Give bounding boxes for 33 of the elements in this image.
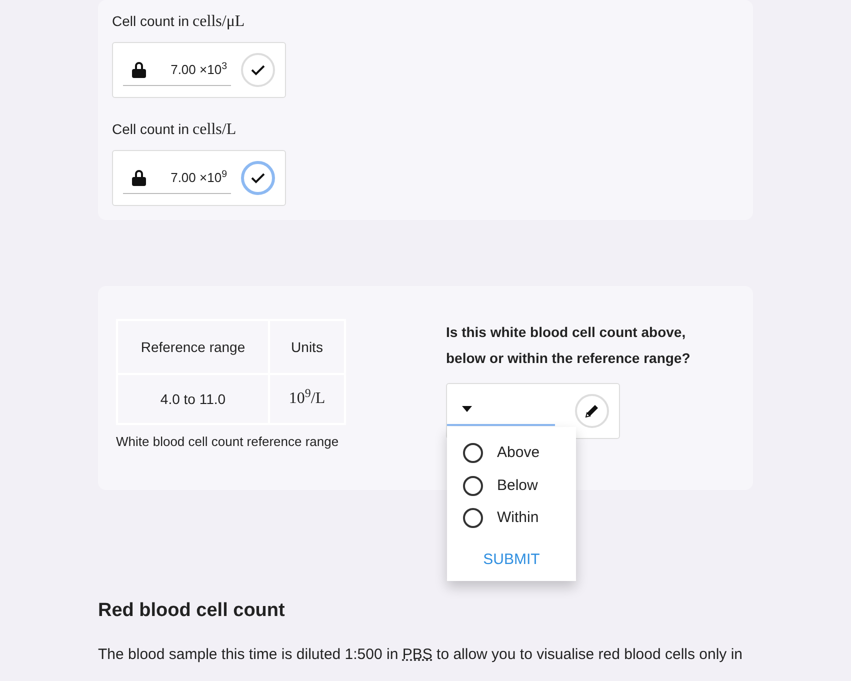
field-label: Cell count in	[112, 12, 190, 31]
unit-label: cells/L	[192, 120, 236, 140]
option-label: Below	[497, 476, 538, 496]
radio-option[interactable]: Within	[447, 502, 576, 534]
field-label: Cell count in	[112, 120, 190, 139]
confirm-button[interactable]	[241, 161, 275, 195]
radio-button[interactable]	[463, 508, 483, 528]
unit-label: cells/μL	[192, 12, 245, 32]
option-label: Above	[497, 443, 540, 463]
abbreviation-link[interactable]: PBS	[402, 646, 432, 663]
caret-icon	[462, 406, 472, 412]
confirm-button[interactable]	[241, 53, 275, 87]
check-icon	[251, 172, 265, 184]
radio-button[interactable]	[463, 476, 483, 496]
value-field[interactable]: 7.00 ×10$^{9}$	[112, 150, 286, 206]
column-header: Units	[269, 320, 345, 374]
radio-option[interactable]: Below	[447, 470, 576, 502]
radio-option[interactable]: Above	[447, 437, 576, 470]
option-label: Within	[497, 508, 539, 528]
section-heading: Red blood cell count	[98, 600, 286, 623]
table-cell: 4.0 to 11.0	[117, 374, 269, 424]
table-cell: 10$^{9}$/L	[269, 374, 345, 424]
column-header: Reference range	[117, 320, 269, 374]
table-caption: White blood cell count reference range	[116, 433, 340, 451]
value-text: 7.00 ×10$^{9}$	[170, 168, 228, 187]
value-field[interactable]: 7.00 ×10$^{3}$	[112, 42, 286, 98]
radio-button[interactable]	[463, 443, 483, 464]
edit-button[interactable]	[575, 394, 609, 428]
paragraph: The blood sample this time is diluted 1:500 in PBS to allow you to visualise red blood cells only in	[98, 644, 744, 665]
value-text: 7.00 ×10$^{3}$	[170, 60, 228, 79]
pencil-icon	[584, 403, 600, 419]
question-text: Is this white blood cell count above, below or within the reference range?	[446, 323, 692, 368]
check-icon	[251, 64, 265, 76]
